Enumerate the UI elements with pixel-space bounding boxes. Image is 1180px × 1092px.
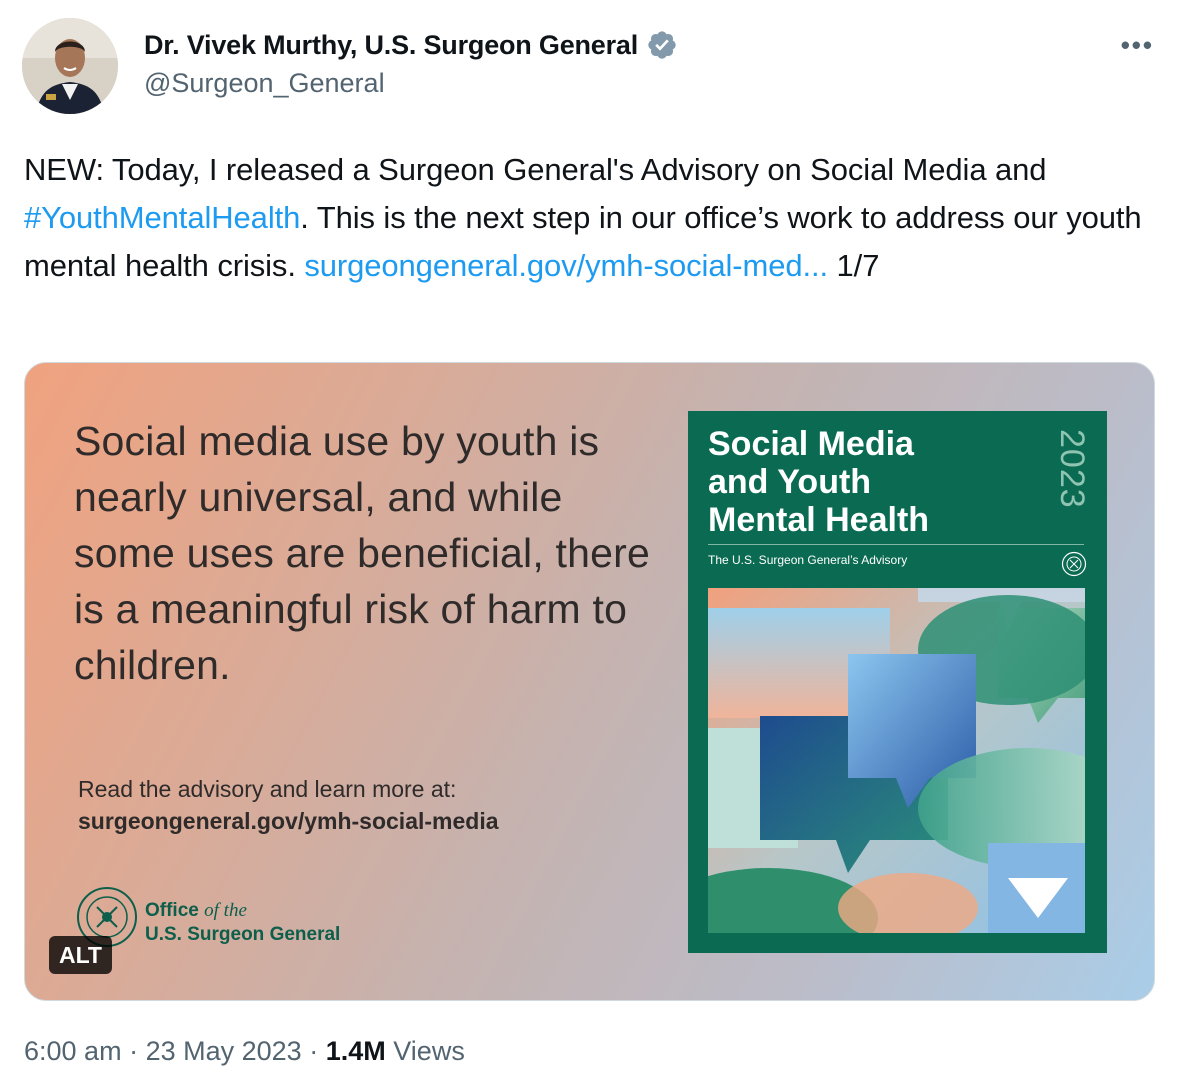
cover-year: 2023	[1053, 429, 1091, 509]
office-logo: Office of the U.S. Surgeon General	[75, 883, 365, 953]
cover-subtitle: The U.S. Surgeon General’s Advisory	[708, 553, 908, 567]
card-read-label: Read the advisory and learn more at:	[78, 776, 457, 802]
more-options-icon[interactable]: •••	[1121, 30, 1154, 61]
views-label: Views	[393, 1036, 465, 1066]
tweet-date[interactable]: 23 May 2023	[146, 1036, 302, 1066]
tweet-time[interactable]: 6:00 am	[24, 1036, 122, 1066]
speech-bubbles-illustration	[708, 588, 1085, 933]
office-of-the: of the	[204, 900, 247, 921]
tweet-text-part-1: NEW: Today, I released a Surgeon General…	[24, 152, 1047, 187]
author-avatar[interactable]	[22, 18, 118, 114]
author-handle[interactable]: @Surgeon_General	[144, 68, 678, 99]
report-cover: Social Media and Youth Mental Health 202…	[688, 411, 1107, 953]
hashtag-link[interactable]: #YouthMentalHealth	[24, 200, 300, 235]
office-name: U.S. Surgeon General	[145, 924, 341, 945]
meta-separator: ·	[309, 1036, 319, 1066]
author-name-row: Dr. Vivek Murthy, U.S. Surgeon General	[144, 26, 678, 64]
tweet-thread-count: 1/7	[828, 248, 880, 283]
office-text: Office of the U.S. Surgeon General	[145, 899, 340, 947]
tweet-meta: 6:00 am · 23 May 2023 · 1.4M Views	[24, 1036, 465, 1067]
cover-seal-icon	[1061, 551, 1087, 577]
cover-title-line-1: Social Media	[708, 425, 914, 463]
cover-divider	[708, 544, 1084, 545]
card-read-url: surgeongeneral.gov/ymh-social-media	[78, 808, 499, 834]
media-card[interactable]: Social media use by youth is nearly univ…	[24, 362, 1155, 1001]
meta-separator: ·	[129, 1036, 139, 1066]
card-read-more: Read the advisory and learn more at: sur…	[78, 773, 499, 837]
card-quote: Social media use by youth is nearly univ…	[74, 418, 650, 688]
verified-badge-icon[interactable]	[646, 29, 678, 61]
cover-title-line-3: Mental Health	[708, 501, 930, 539]
office-word: Office	[145, 900, 199, 921]
alt-text-badge[interactable]: ALT	[49, 936, 112, 974]
author-name[interactable]: Dr. Vivek Murthy, U.S. Surgeon General	[144, 30, 638, 61]
cover-title-line-2: and Youth	[708, 463, 872, 501]
cover-artwork	[708, 588, 1085, 933]
views-count: 1.4M	[325, 1036, 386, 1066]
tweet-text: NEW: Today, I released a Surgeon General…	[24, 146, 1154, 290]
cover-title: Social Media and Youth Mental Health	[708, 425, 929, 539]
author-block: Dr. Vivek Murthy, U.S. Surgeon General @…	[144, 26, 678, 99]
url-link[interactable]: surgeongeneral.gov/ymh-social-med...	[304, 248, 828, 283]
